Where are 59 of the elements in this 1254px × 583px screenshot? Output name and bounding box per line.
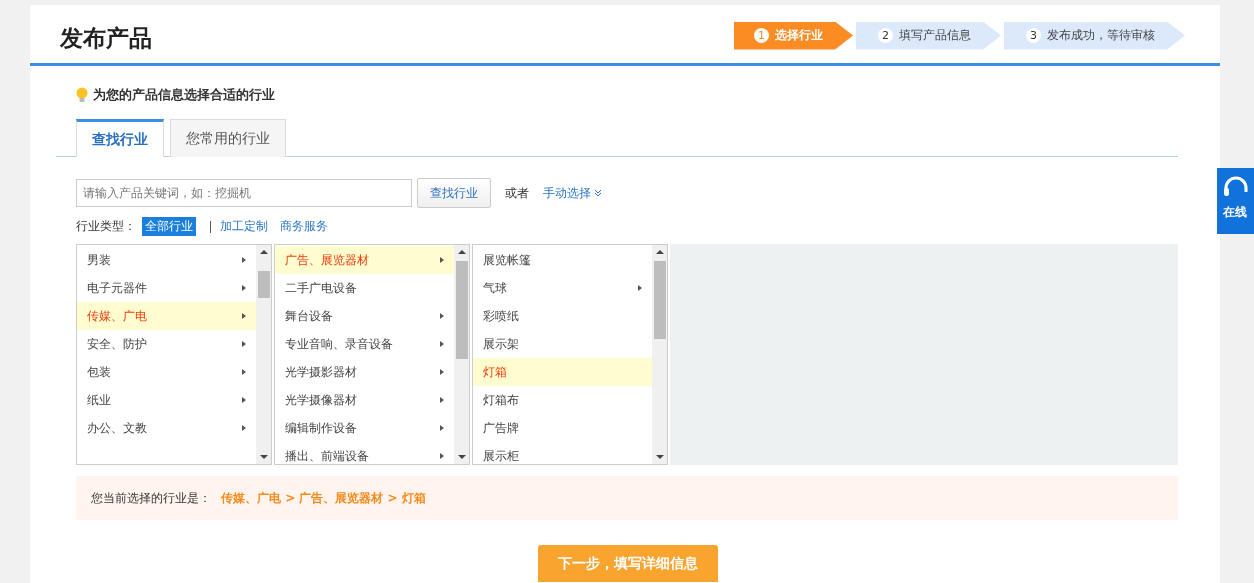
step-label: 选择行业 <box>775 27 823 44</box>
scrollbar[interactable] <box>256 245 271 464</box>
headset-icon <box>1223 176 1249 198</box>
category-item[interactable]: 传媒、广电 <box>77 302 256 330</box>
category-item[interactable]: 编辑制作设备 <box>275 414 454 442</box>
industry-type-option[interactable]: 商务服务 <box>277 217 331 236</box>
scroll-thumb[interactable] <box>653 261 666 339</box>
step-label: 发布成功，等待审核 <box>1047 27 1155 44</box>
search-button[interactable]: 查找行业 <box>417 178 491 208</box>
scroll-up-icon[interactable] <box>259 249 268 254</box>
category-item[interactable]: 播出、前端设备 <box>275 442 454 464</box>
category-item[interactable]: 气球 <box>473 274 652 302</box>
category-item[interactable]: 光学摄影器材 <box>275 358 454 386</box>
category-item[interactable]: 广告、展览器材 <box>275 246 454 274</box>
step-number: 2 <box>878 28 893 43</box>
scroll-up-icon[interactable] <box>655 249 664 254</box>
double-chevron-down-icon <box>594 189 602 197</box>
step-label: 填写产品信息 <box>899 27 971 44</box>
category-item[interactable]: 安全、防护 <box>77 330 256 358</box>
category-item[interactable]: 专业音响、录音设备 <box>275 330 454 358</box>
category-item[interactable]: 广告牌 <box>473 414 652 442</box>
current-selection-label: 您当前选择的行业是： <box>91 489 211 507</box>
manual-select-link[interactable]: 手动选择 <box>543 184 602 202</box>
or-text: 或者 <box>505 184 529 202</box>
category-item[interactable]: 办公、文教 <box>77 414 256 442</box>
category-item[interactable]: 光学摄像器材 <box>275 386 454 414</box>
step-number: 1 <box>754 28 769 43</box>
tab[interactable]: 查找行业 <box>76 119 164 157</box>
scrollbar[interactable] <box>652 245 667 464</box>
page-title: 发布产品 <box>60 23 152 53</box>
category-item[interactable]: 男装 <box>77 246 256 274</box>
category-item[interactable]: 包装 <box>77 358 256 386</box>
category-item[interactable]: 灯箱布 <box>473 386 652 414</box>
category-item[interactable]: 展览帐篷 <box>473 246 652 274</box>
category-item[interactable]: 舞台设备 <box>275 302 454 330</box>
step-number: 3 <box>1026 28 1041 43</box>
scroll-thumb[interactable] <box>455 261 468 359</box>
hint-text: 为您的产品信息选择合适的行业 <box>93 86 275 104</box>
tab[interactable]: 您常用的行业 <box>170 119 286 157</box>
search-field[interactable]: 请输入产品关键词，如：挖掘机 <box>76 179 412 207</box>
industry-type-option[interactable]: 加工定制 <box>217 217 271 236</box>
category-item[interactable]: 纸业 <box>77 386 256 414</box>
scroll-up-icon[interactable] <box>457 249 466 254</box>
scroll-down-icon[interactable] <box>457 455 466 460</box>
current-selection-path: 传媒、广电 > 广告、展览器材 > 灯箱 <box>221 489 426 507</box>
category-item[interactable]: 彩喷纸 <box>473 302 652 330</box>
scrollbar[interactable] <box>454 245 469 464</box>
scroll-thumb[interactable] <box>257 271 270 299</box>
industry-type-label: 行业类型： <box>76 218 136 235</box>
lightbulb-icon <box>76 87 88 103</box>
category-item[interactable]: 展示柜 <box>473 442 652 464</box>
category-item[interactable]: 灯箱 <box>473 358 652 386</box>
scroll-down-icon[interactable] <box>655 455 664 460</box>
online-service-button[interactable]: 在线 <box>1217 168 1254 234</box>
category-item[interactable]: 电子元器件 <box>77 274 256 302</box>
industry-type-option[interactable]: 全部行业 <box>142 217 196 236</box>
scroll-down-icon[interactable] <box>259 455 268 460</box>
category-item[interactable]: 二手广电设备 <box>275 274 454 302</box>
category-item[interactable]: 展示架 <box>473 330 652 358</box>
